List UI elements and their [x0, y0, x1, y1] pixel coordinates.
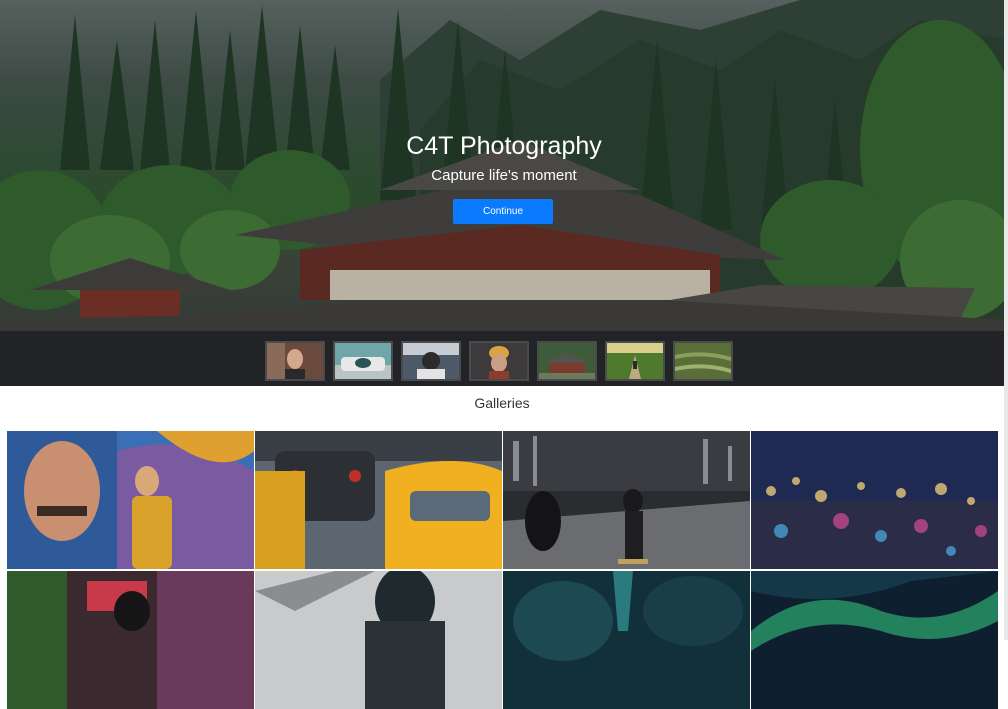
rice-terraces-image [675, 343, 731, 379]
thumbnail-vintage-car[interactable] [333, 341, 393, 381]
gallery-tile-night-skateboarder[interactable] [503, 431, 750, 569]
gallery-tile-street-mural[interactable] [7, 431, 254, 569]
hero-text: C4T Photography Capture life's moment [0, 132, 1008, 184]
taxi-traffic-image [255, 431, 502, 569]
forest-path-image [607, 343, 663, 379]
aurora-sky-image [751, 571, 998, 709]
thumbnail-portrait-man[interactable] [265, 341, 325, 381]
cave-rocks-image [503, 571, 750, 709]
gallery-tile-rooftop-figure[interactable] [255, 571, 502, 709]
neon-silhouette-image [7, 571, 254, 709]
vintage-car-image [335, 343, 391, 379]
hero-subtitle: Capture life's moment [431, 167, 577, 184]
thumbnail-temple[interactable] [537, 341, 597, 381]
thumbnail-street-camera[interactable] [401, 341, 461, 381]
portrait-man-image [267, 343, 323, 379]
hero-banner: C4T Photography Capture life's moment Co… [0, 0, 1008, 331]
street-camera-image [403, 343, 459, 379]
temple-image [539, 343, 595, 379]
gallery-tile-neon-silhouette[interactable] [7, 571, 254, 709]
continue-button[interactable]: Continue [453, 199, 553, 224]
gallery-tile-cave-rocks[interactable] [503, 571, 750, 709]
night-skateboarder-image [503, 431, 750, 569]
thumbnail-rice-terraces[interactable] [673, 341, 733, 381]
thumbnail-woman-beanie[interactable] [469, 341, 529, 381]
thumbnail-strip [0, 331, 1004, 386]
woman-beanie-image [471, 343, 527, 379]
rooftop-figure-image [255, 571, 502, 709]
gallery-tile-city-bokeh[interactable] [751, 431, 998, 569]
street-mural-woman-image [7, 431, 254, 569]
galleries-heading: Galleries [474, 395, 530, 411]
gallery-tile-aurora-sky[interactable] [751, 571, 998, 709]
gallery-tile-taxi-traffic[interactable] [255, 431, 502, 569]
hero-title: C4T Photography [406, 132, 602, 160]
city-bokeh-image [751, 431, 998, 569]
thumbnail-forest-path[interactable] [605, 341, 665, 381]
page-scrollbar[interactable] [1004, 0, 1008, 640]
